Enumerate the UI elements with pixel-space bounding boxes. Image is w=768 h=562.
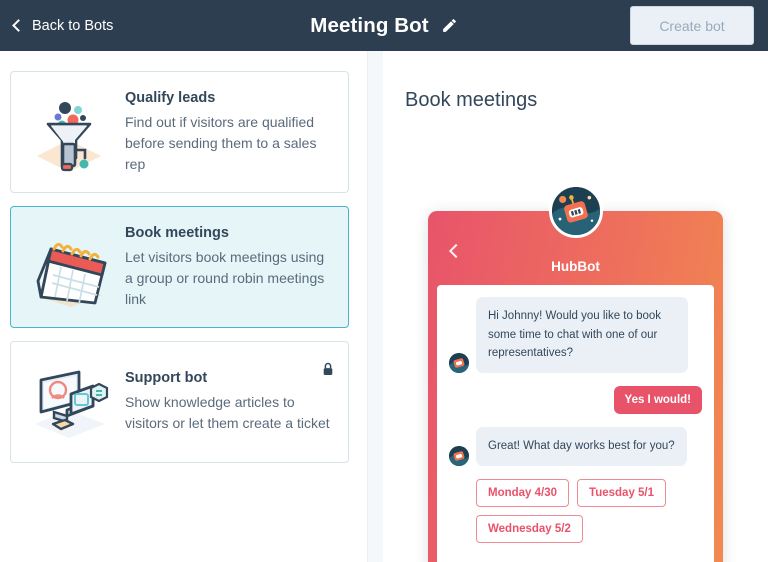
preview-heading: Book meetings (405, 89, 538, 111)
bot-avatar-small-icon (449, 352, 469, 373)
funnel-icon (21, 84, 117, 180)
chat-widget-preview: HubBot Hi Johnny! Would you like to book… (428, 184, 723, 562)
pencil-icon[interactable] (441, 17, 458, 34)
card-description: Find out if visitors are qualified befor… (125, 113, 317, 172)
bot-template-card-book-meetings[interactable]: Book meetings Let visitors book meetings… (10, 206, 349, 328)
quick-reply-wednesday[interactable]: Wednesday 5/2 (476, 514, 583, 543)
chat-message-user: Yes I would! (449, 385, 702, 414)
create-bot-label: Create bot (659, 17, 725, 34)
bot-template-card-qualify-leads[interactable]: Qualify leads Find out if visitors are q… (10, 71, 349, 193)
create-bot-button[interactable]: Create bot (630, 6, 754, 45)
chat-conversation: Hi Johnny! Would you like to book some t… (437, 285, 714, 562)
card-text: Book meetings Let visitors book meetings… (121, 225, 334, 310)
widget-back-chevron-icon[interactable] (448, 243, 464, 259)
page-title: Meeting Bot (310, 13, 429, 37)
quick-reply-monday[interactable]: Monday 4/30 (476, 478, 570, 507)
card-title: Support bot (125, 370, 208, 386)
bot-avatar-small-icon (449, 445, 469, 466)
back-to-bots-label: Back to Bots (32, 17, 114, 34)
bot-message-bubble: Hi Johnny! Would you like to book some t… (476, 297, 688, 373)
bot-builder-screen: Back to Bots Meeting Bot Create bot Qual… (0, 0, 768, 562)
desk-calendar-icon (21, 219, 117, 315)
back-to-bots-link[interactable]: Back to Bots (12, 17, 114, 34)
card-title: Qualify leads (125, 89, 216, 106)
bot-template-list: Qualify leads Find out if visitors are q… (0, 51, 367, 562)
computers-icon (21, 354, 117, 450)
widget-bot-name: HubBot (551, 259, 600, 274)
panel-divider (367, 51, 383, 562)
chat-message-bot: Hi Johnny! Would you like to book some t… (449, 297, 702, 373)
chat-message-bot: Great! What day works best for you? (449, 426, 702, 466)
user-message-bubble: Yes I would! (613, 385, 702, 414)
top-navigation-bar: Back to Bots Meeting Bot Create bot (0, 0, 768, 51)
card-description: Show knowledge articles to visitors or l… (125, 394, 330, 431)
quick-reply-tuesday[interactable]: Tuesday 5/1 (577, 478, 667, 507)
card-description: Let visitors book meetings using a group… (125, 248, 325, 307)
quick-reply-group: Monday 4/30 Tuesday 5/1 Wednesday 5/2 (449, 478, 702, 543)
bot-template-card-support-bot[interactable]: Support bot Show knowledge articles to v… (10, 341, 349, 463)
bot-message-bubble: Great! What day works best for you? (476, 426, 687, 466)
card-text: Qualify leads Find out if visitors are q… (121, 90, 334, 175)
card-title: Book meetings (125, 224, 229, 241)
preview-panel: Book meetings HubBot Hi Johnny! Would yo… (383, 51, 768, 562)
lock-icon (323, 362, 333, 375)
card-text: Support bot Show knowledge articles to v… (121, 370, 334, 434)
hubbot-avatar-icon (548, 184, 603, 238)
content-area: Qualify leads Find out if visitors are q… (0, 51, 768, 562)
chevron-left-icon (12, 19, 25, 32)
